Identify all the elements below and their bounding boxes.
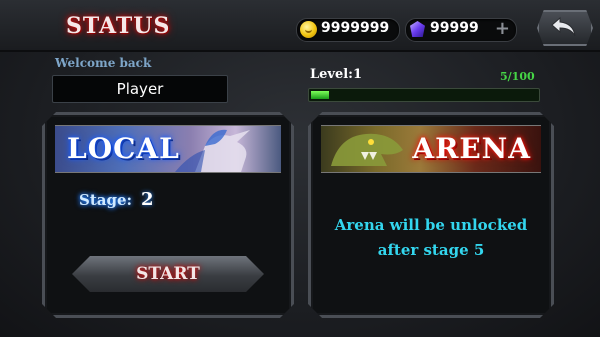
lock-message-line-1: Arena will be unlocked	[334, 216, 528, 234]
local-mode-panel: LOCAL Stage: 2 START	[42, 112, 294, 318]
back-button[interactable]	[537, 10, 593, 46]
welcome-label: Welcome back	[55, 56, 152, 70]
arena-mode-panel: ARENA Arena will be unlocked after stage…	[308, 112, 554, 318]
stage-value: 2	[141, 189, 154, 210]
gem-balance: 99999 +	[405, 18, 517, 42]
arena-locked-message: Arena will be unlocked after stage 5	[321, 213, 541, 263]
local-title: LOCAL	[67, 132, 180, 165]
arena-title: ARENA	[412, 132, 531, 165]
arena-banner: ARENA	[321, 125, 541, 173]
gem-amount: 99999	[430, 20, 479, 36]
stage-label: Stage:	[79, 191, 133, 209]
coin-icon	[300, 21, 317, 38]
start-button-label: START	[136, 264, 200, 284]
player-name-field[interactable]: Player	[52, 75, 228, 103]
lock-message-line-2: after stage 5	[377, 241, 485, 259]
back-arrow-icon	[551, 16, 576, 37]
page-title: STATUS	[66, 13, 171, 39]
local-banner: LOCAL	[55, 125, 281, 173]
xp-progress-fill	[311, 91, 329, 99]
level-label: Level:1	[310, 67, 363, 82]
start-button[interactable]: START	[72, 256, 264, 292]
level-progress-text: 5/100	[500, 70, 535, 83]
add-gems-button[interactable]: +	[495, 18, 510, 39]
xp-progress-bar	[308, 88, 540, 102]
top-bar: STATUS 9999999 99999 +	[0, 0, 600, 52]
coin-amount: 9999999	[321, 20, 390, 36]
status-screen: STATUS 9999999 99999 + Welcome back Play…	[0, 0, 600, 337]
gem-icon	[410, 21, 425, 37]
coin-balance: 9999999	[296, 18, 400, 42]
